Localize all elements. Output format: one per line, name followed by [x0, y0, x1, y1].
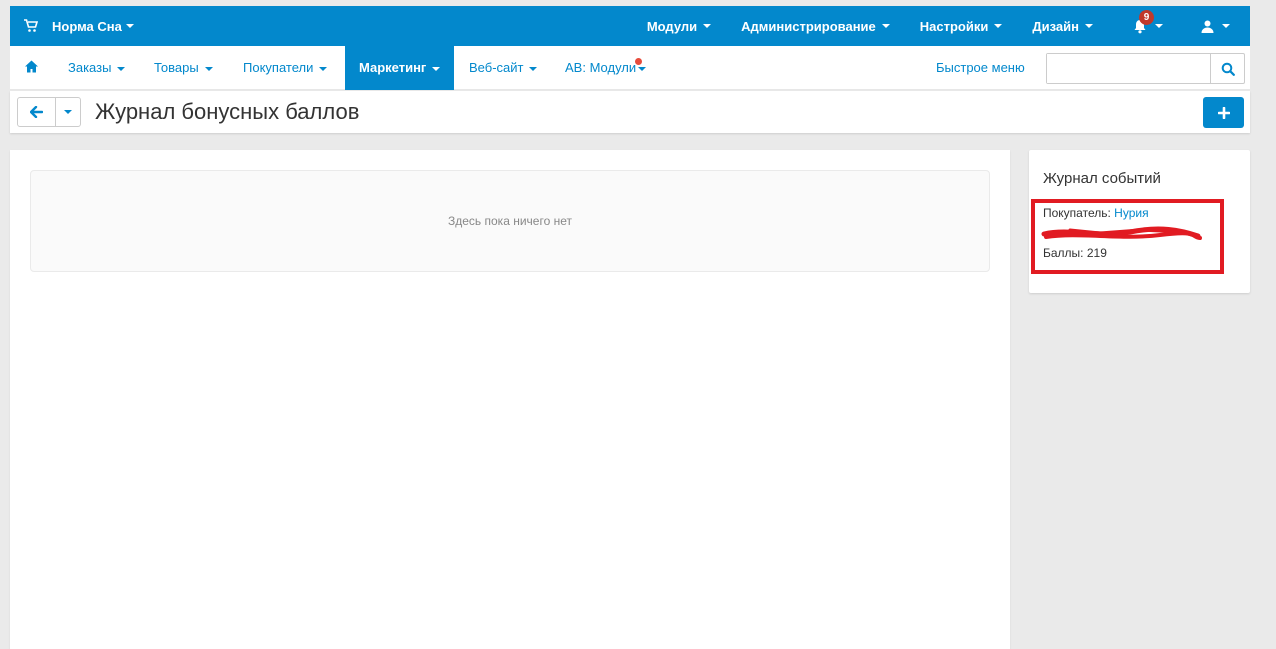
chevron-down-icon — [994, 24, 1003, 28]
menu-administration-label: Администрирование — [741, 18, 876, 34]
nav-marketing-label: Маркетинг — [359, 60, 427, 75]
nav-ab-modules-label: АВ: Модули — [565, 60, 637, 75]
chevron-down-icon — [529, 66, 538, 71]
nav-orders[interactable]: Заказы — [68, 46, 126, 90]
page-title: Журнал бонусных баллов — [95, 99, 360, 124]
menu-design[interactable]: Дизайн — [1032, 19, 1093, 34]
nav-customers-label: Покупатели — [243, 60, 314, 75]
chevron-down-icon — [319, 66, 328, 71]
chevron-down-icon — [125, 24, 134, 28]
chevron-down-icon — [1155, 24, 1163, 28]
nav-website-label: Веб-сайт — [469, 60, 524, 75]
chevron-down-icon — [1222, 24, 1230, 28]
nav-products-label: Товары — [154, 60, 199, 75]
menu-administration[interactable]: Администрирование — [741, 19, 890, 34]
nav-products[interactable]: Товары — [154, 46, 213, 90]
notifications-button[interactable]: 9 — [1133, 9, 1163, 34]
plus-icon — [1217, 106, 1230, 119]
search-button[interactable] — [1210, 54, 1244, 83]
search-input[interactable] — [1047, 54, 1209, 83]
nav-marketing[interactable]: Маркетинг — [345, 46, 455, 90]
nav-orders-label: Заказы — [68, 60, 112, 75]
arrow-left-icon — [30, 106, 43, 118]
chevron-down-icon — [64, 110, 72, 114]
chevron-down-icon — [881, 24, 890, 28]
chevron-down-icon — [703, 24, 712, 28]
chevron-down-icon — [204, 66, 213, 71]
store-name: Норма Сна — [52, 18, 122, 34]
search-box — [1046, 53, 1245, 84]
menu-modules[interactable]: Модули — [646, 18, 712, 34]
top-bar: Норма Сна Модули Администрирование Настр… — [10, 6, 1250, 46]
user-menu-button[interactable] — [1201, 20, 1230, 33]
sidebar-title: Журнал событий — [1043, 170, 1161, 187]
update-indicator-dot — [635, 58, 642, 65]
empty-state-text: Здесь пока ничего нет — [448, 214, 572, 228]
nav-customers[interactable]: Покупатели — [243, 46, 328, 90]
chevron-down-icon — [638, 66, 647, 71]
store-switcher[interactable]: Норма Сна — [24, 6, 134, 46]
menu-settings-label: Настройки — [919, 18, 989, 34]
page-header: Журнал бонусных баллов — [10, 91, 1250, 133]
menu-settings[interactable]: Настройки — [920, 19, 1003, 34]
quick-menu-link[interactable]: Быстрое меню — [936, 46, 1025, 90]
chevron-down-icon — [117, 66, 126, 71]
history-dropdown-button[interactable] — [55, 97, 81, 127]
back-button[interactable] — [17, 97, 56, 127]
menu-modules-label: Модули — [646, 18, 698, 34]
home-icon[interactable] — [25, 60, 38, 73]
search-icon — [1221, 62, 1235, 76]
nav-ab-modules[interactable]: АВ: Модули — [565, 46, 647, 90]
nav-website[interactable]: Веб-сайт — [469, 46, 538, 90]
empty-state: Здесь пока ничего нет — [30, 170, 990, 272]
highlight-annotation-box — [1031, 199, 1224, 274]
chevron-down-icon — [1085, 24, 1093, 28]
notifications-badge: 9 — [1139, 9, 1154, 25]
add-button[interactable] — [1203, 97, 1244, 128]
cart-icon — [24, 19, 38, 32]
content-panel: Здесь пока ничего нет — [10, 150, 1010, 649]
user-icon — [1201, 20, 1214, 33]
main-navigation: Заказы Товары Покупатели Маркетинг Веб-с… — [10, 46, 1250, 90]
menu-design-label: Дизайн — [1032, 18, 1079, 34]
chevron-down-icon — [432, 66, 441, 71]
